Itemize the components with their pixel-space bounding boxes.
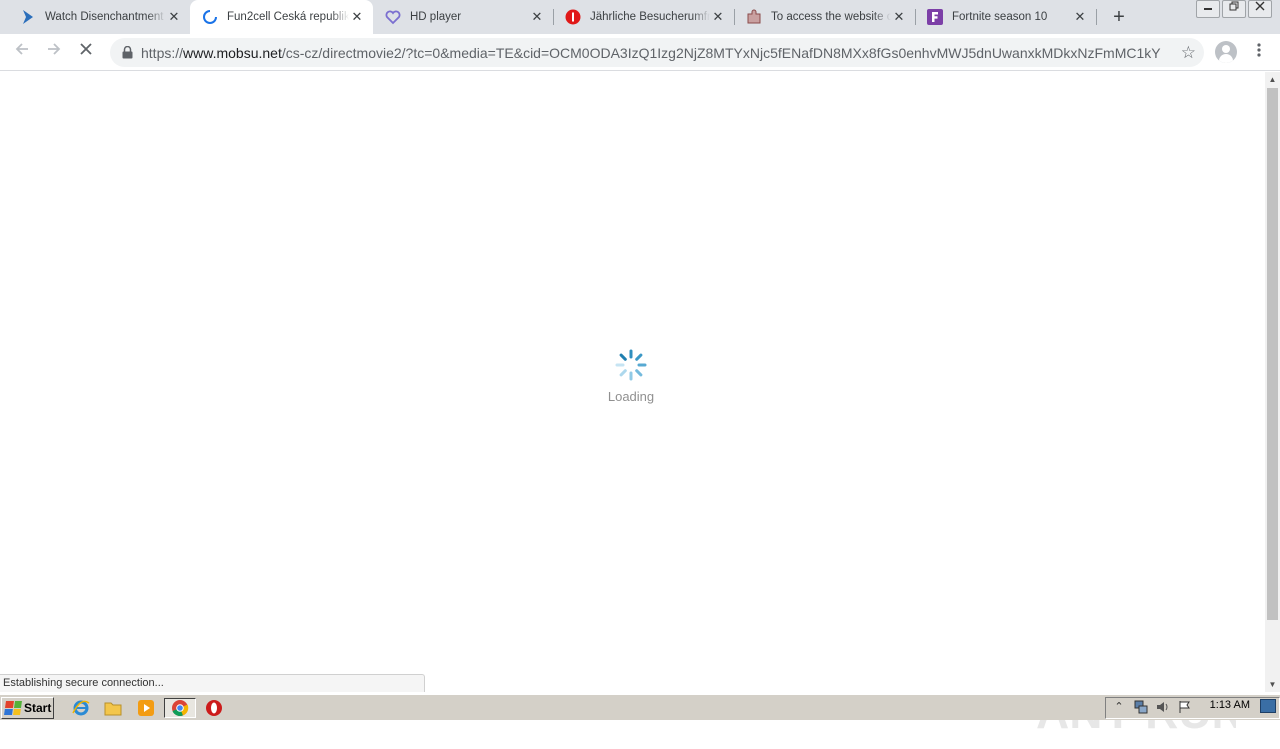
close-tab-icon[interactable]: ✕ [349, 9, 365, 25]
window-controls [1194, 0, 1272, 18]
url-path: /cs-cz/directmovie2/?tc=0&media=TE&cid=O… [281, 44, 1161, 61]
lock-icon[interactable] [120, 46, 134, 60]
tab-title: Fun2cell Česká republika [227, 11, 349, 23]
browser-toolbar: https://www.mobsu.net/cs-cz/directmovie2… [0, 34, 1280, 71]
new-tab-button[interactable]: + [1108, 6, 1130, 28]
tab-access-website[interactable]: To access the website c ✕ [734, 0, 915, 34]
tab-fortnite[interactable]: Fortnite season 10 ✕ [915, 0, 1096, 34]
windows-taskbar: Start ⌃ 1:13 AM [0, 694, 1280, 720]
action-center-flag-icon[interactable] [1176, 700, 1194, 716]
scroll-up-arrow-icon[interactable]: ▲ [1265, 72, 1280, 87]
start-label: Start [24, 701, 52, 715]
tray-expand-icon[interactable]: ⌃ [1110, 700, 1128, 716]
start-button[interactable]: Start [1, 697, 54, 719]
url-host: www.mobsu.net [183, 44, 282, 61]
close-tab-icon[interactable]: ✕ [1072, 9, 1088, 25]
page-viewport: Loading ANY RUN [0, 72, 1265, 738]
network-icon[interactable] [1132, 700, 1150, 716]
scroll-down-arrow-icon[interactable]: ▼ [1265, 677, 1280, 692]
puzzle-icon [746, 9, 762, 25]
tab-title: Jährliche Besucherumfrage [590, 11, 710, 23]
tab-title: To access the website c [771, 11, 891, 23]
bookmark-star-icon[interactable]: ☆ [1181, 43, 1196, 63]
close-tab-icon[interactable]: ✕ [891, 9, 907, 25]
restore-button[interactable] [1222, 0, 1246, 18]
chrome-taskbar-button[interactable] [164, 698, 196, 718]
avatar-icon [1222, 45, 1230, 53]
opera-icon[interactable] [203, 698, 225, 718]
browser-menu-button[interactable] [1250, 40, 1268, 64]
volume-icon[interactable] [1154, 700, 1172, 716]
play-logo-icon [20, 9, 36, 25]
status-bubble: Establishing secure connection... [0, 674, 425, 692]
system-tray: ⌃ [1105, 697, 1280, 719]
close-icon [1255, 1, 1265, 11]
url-scheme: https:// [141, 44, 184, 61]
chrome-icon [172, 700, 189, 717]
tab-hd-player[interactable]: HD player ✕ [373, 0, 553, 34]
loading-spinner-icon [202, 9, 218, 25]
tab-title: HD player [410, 11, 462, 23]
forward-arrow-icon [48, 43, 61, 55]
close-tab-icon[interactable]: ✕ [166, 9, 182, 25]
loading-label: Loading [607, 389, 655, 404]
close-tab-icon[interactable]: ✕ [710, 9, 726, 25]
close-window-button[interactable] [1248, 0, 1272, 18]
back-arrow-icon [15, 43, 28, 55]
kebab-menu-icon [1257, 43, 1261, 57]
heart-icon [385, 9, 401, 25]
stop-loading-button[interactable] [74, 40, 98, 64]
stop-icon [80, 43, 92, 55]
minimize-button[interactable] [1196, 0, 1220, 18]
tab-title: Fortnite season 10 [952, 11, 1048, 23]
address-bar[interactable]: https://www.mobsu.net/cs-cz/directmovie2… [110, 38, 1204, 67]
minimize-icon [1204, 8, 1212, 10]
profile-avatar-button[interactable] [1215, 41, 1237, 63]
restore-icon [1229, 1, 1239, 11]
forward-button[interactable] [42, 40, 66, 64]
scrollbar-thumb[interactable] [1267, 88, 1278, 620]
tab-separator [1096, 9, 1097, 25]
close-tab-icon[interactable]: ✕ [529, 9, 545, 25]
tab-watch-disenchantment[interactable]: Watch Disenchantment S ✕ [8, 0, 190, 34]
tab-fun2cell[interactable]: Fun2cell Česká republika ✕ [190, 0, 373, 34]
file-explorer-icon[interactable] [102, 698, 124, 718]
loading-indicator: Loading [600, 348, 662, 404]
show-desktop-icon[interactable] [1260, 699, 1276, 713]
taskbar-clock[interactable]: 1:13 AM [1210, 699, 1250, 711]
tab-strip: Watch Disenchantment S ✕ Fun2cell Česká … [0, 0, 1280, 34]
media-player-icon[interactable] [135, 698, 157, 718]
back-button[interactable] [10, 40, 34, 64]
internet-explorer-icon[interactable] [70, 698, 92, 718]
opera-badge-icon [565, 9, 581, 25]
fortnite-icon [927, 9, 943, 25]
windows-logo-icon [4, 701, 22, 715]
tab-besucherumfrage[interactable]: Jährliche Besucherumfrage ✕ [553, 0, 734, 34]
loading-spinner-icon [615, 349, 647, 381]
url-text[interactable]: https://www.mobsu.net/cs-cz/directmovie2… [141, 45, 1161, 61]
tab-title: Watch Disenchantment S [45, 11, 166, 23]
vertical-scrollbar[interactable]: ▲ ▼ [1265, 72, 1280, 692]
